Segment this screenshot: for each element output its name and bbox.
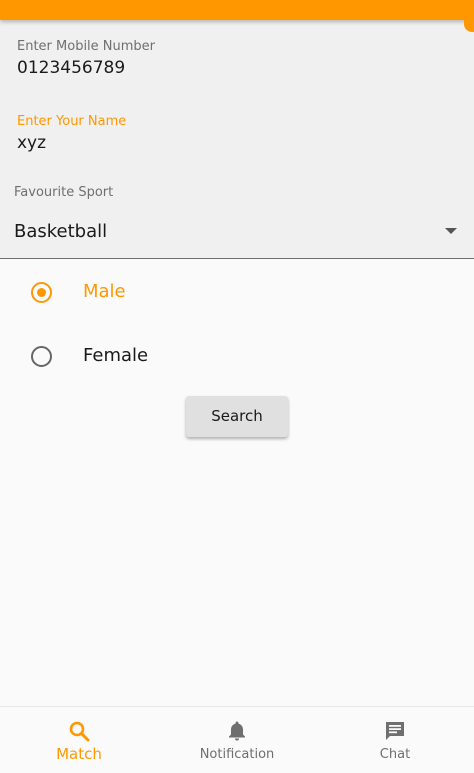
nav-item-chat[interactable]: Chat xyxy=(316,707,474,773)
favourite-sport-dropdown[interactable]: Favourite Sport Basketball xyxy=(0,170,474,259)
nav-label-match: Match xyxy=(56,745,102,763)
chat-icon xyxy=(386,722,404,740)
scroll-indicator xyxy=(464,0,474,32)
search-button[interactable]: Search xyxy=(186,396,288,437)
name-field[interactable]: Enter Your Name xyz xyxy=(0,95,474,170)
radio-male[interactable]: Male xyxy=(0,268,474,318)
bell-icon xyxy=(229,721,245,741)
app-bar xyxy=(0,0,474,20)
dropdown-arrow-icon[interactable] xyxy=(445,228,457,234)
radio-female-button[interactable] xyxy=(31,346,52,367)
radio-male-label[interactable]: Male xyxy=(83,281,126,302)
nav-label-chat: Chat xyxy=(379,747,411,762)
nav-label-notification: Notification xyxy=(199,747,275,762)
mobile-number-label: Enter Mobile Number xyxy=(17,39,156,54)
name-label: Enter Your Name xyxy=(17,114,127,129)
mobile-number-input[interactable]: 0123456789 xyxy=(17,58,125,78)
radio-male-button[interactable] xyxy=(31,282,52,303)
nav-item-notification[interactable]: Notification xyxy=(158,707,316,773)
name-input[interactable]: xyz xyxy=(17,133,46,153)
nav-item-match[interactable]: Match xyxy=(0,707,158,773)
bottom-navigation: Match Notification Chat xyxy=(0,706,474,773)
search-icon xyxy=(69,721,90,742)
favourite-sport-label: Favourite Sport xyxy=(14,185,114,200)
radio-female-label[interactable]: Female xyxy=(83,345,148,366)
radio-female[interactable]: Female xyxy=(0,332,474,382)
mobile-number-field[interactable]: Enter Mobile Number 0123456789 xyxy=(0,20,474,95)
favourite-sport-value[interactable]: Basketball xyxy=(14,221,107,242)
